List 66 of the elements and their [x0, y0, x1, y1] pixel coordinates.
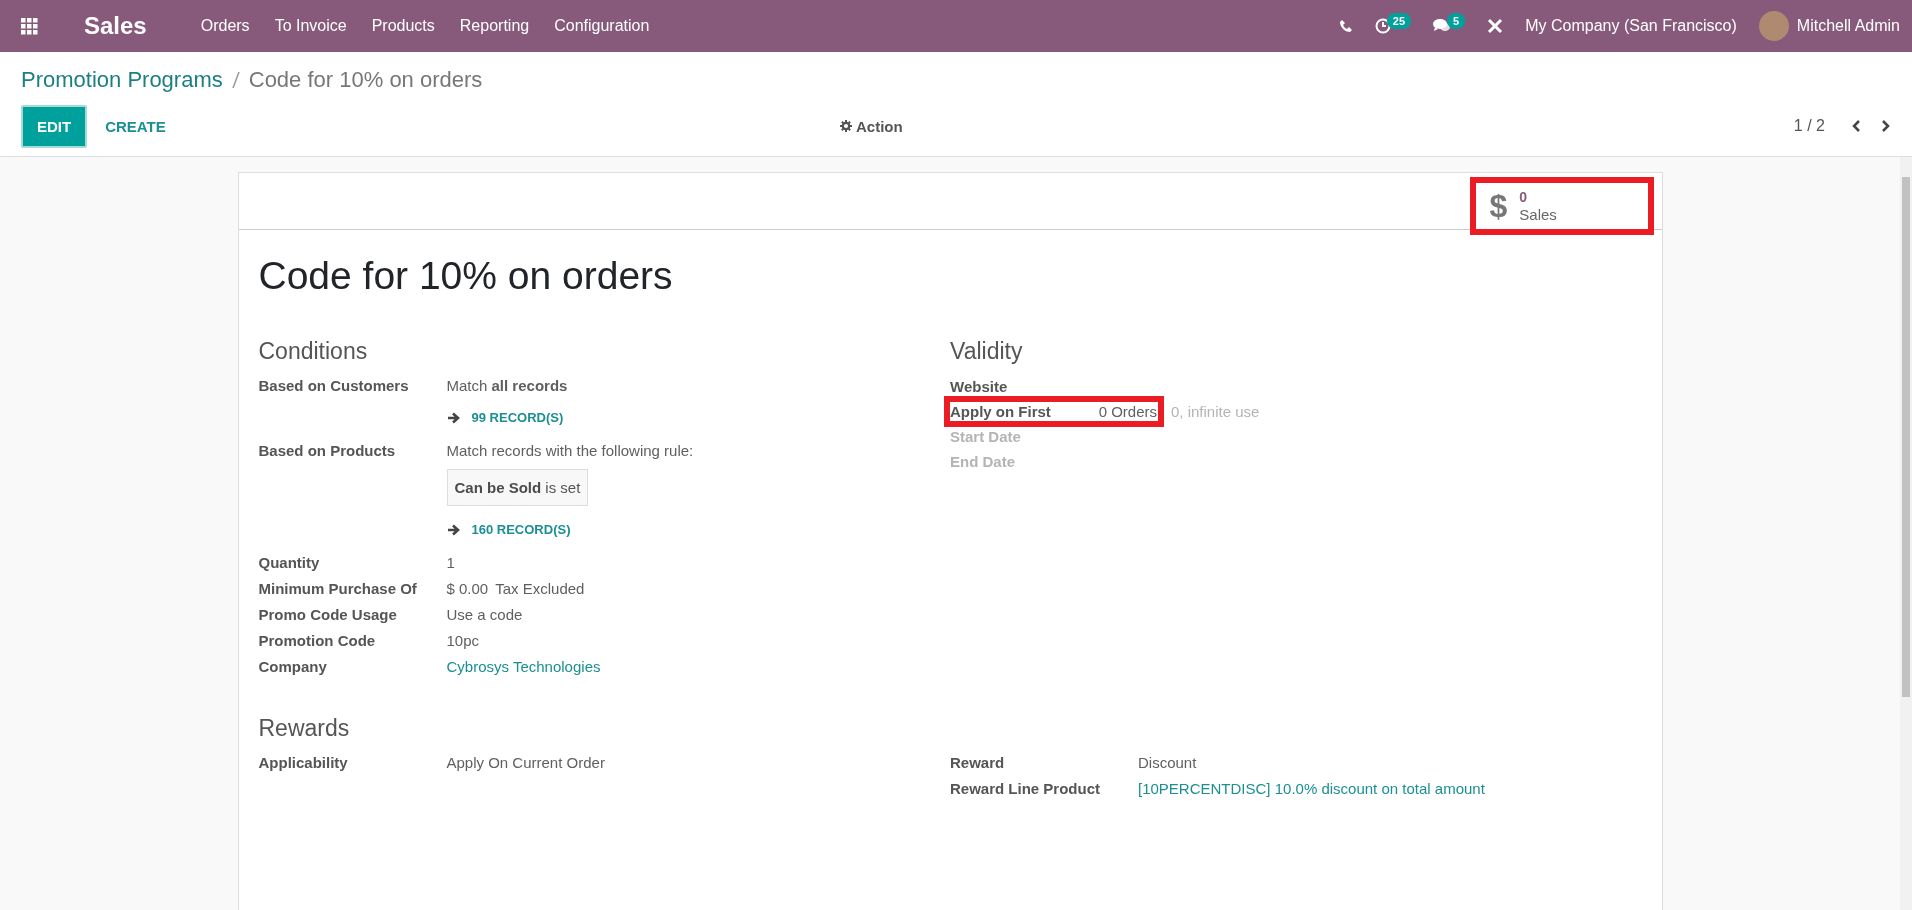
section-heading: Rewards — [258, 715, 351, 742]
dollar-icon: $ — [1489, 187, 1508, 225]
section-heading: Conditions — [258, 338, 369, 365]
field-value: Discount — [1138, 754, 1197, 771]
arrow-right-icon[interactable] — [446, 523, 460, 536]
chevron-left-icon[interactable] — [1851, 119, 1861, 133]
breadcrumb-link[interactable]: Promotion Programs — [21, 67, 223, 93]
field-label: Reward — [950, 754, 1006, 771]
field-label: Promotion Code — [258, 632, 377, 649]
message-count-badge: 5 — [1447, 13, 1466, 29]
edit-button[interactable]: EDIT — [21, 104, 88, 148]
apps-grid-icon[interactable] — [21, 17, 38, 35]
record-title: Code for 10% on orders — [258, 254, 674, 298]
field-value: 1 — [446, 554, 455, 571]
menu-item[interactable]: To Invoice — [274, 17, 347, 35]
records-button[interactable]: 99 RECORD(S) — [446, 402, 564, 433]
clock-icon[interactable] — [1374, 18, 1391, 34]
field-value: 0 Orders — [1098, 403, 1157, 420]
gear-icon[interactable] — [840, 120, 852, 132]
field-label: Minimum Purchase Of — [258, 580, 418, 597]
menu-item[interactable]: Orders — [200, 17, 250, 35]
field-label: Promo Code Usage — [258, 606, 398, 623]
user-name[interactable]: Mitchell Admin — [1796, 17, 1900, 35]
field-note: 0, infinite use — [1171, 403, 1260, 420]
field-link[interactable]: [10PERCENTDISC] 10.0% discount on total amount — [1138, 780, 1485, 797]
slash-icon[interactable] — [230, 70, 241, 90]
field-link[interactable]: Cybrosys Technologies — [446, 658, 601, 675]
field-label: Company — [258, 658, 328, 675]
field-label: End Date — [950, 453, 1016, 470]
activity-count-badge: 25 — [1386, 13, 1412, 29]
field-label: Reward Line Product — [950, 780, 1102, 797]
field-label: Based on Products — [258, 442, 397, 461]
action-button[interactable]: Action — [836, 113, 907, 139]
company-switcher[interactable]: My Company (San Francisco) — [1525, 17, 1737, 35]
field-value: $ 0.00 — [446, 580, 489, 597]
menu-item[interactable]: Configuration — [554, 17, 650, 35]
scrollbar-thumb[interactable] — [1902, 177, 1910, 697]
phone-icon[interactable] — [1338, 19, 1353, 33]
breadcrumb-current: Code for 10% on orders — [248, 67, 483, 93]
arrow-right-icon[interactable] — [446, 411, 460, 424]
chat-bubbles-icon[interactable] — [1433, 18, 1452, 34]
field-value: 10pc — [446, 632, 480, 649]
sales-label: Sales — [1519, 206, 1557, 224]
app-name[interactable]: Sales — [84, 12, 147, 40]
section-heading: Validity — [950, 338, 1024, 365]
menu-item[interactable]: Reporting — [459, 17, 530, 35]
field-label: Applicability — [258, 754, 349, 771]
menu-item[interactable]: Products — [371, 17, 435, 35]
field-label: Quantity — [258, 554, 321, 571]
field-label: Start Date — [950, 428, 1022, 445]
field-label: Based on Customers — [258, 377, 410, 396]
field-value: Use a code — [446, 606, 523, 623]
field-label: Website — [950, 378, 1009, 395]
domain-rule-chip: Can be Sold is set — [446, 469, 589, 506]
crossed-tools-icon[interactable] — [1487, 18, 1504, 34]
pager-counter: 1 / 2 — [1793, 117, 1825, 135]
sales-count: 0 — [1519, 188, 1529, 206]
scrollbar[interactable] — [1900, 157, 1912, 910]
field-value: Match records with the following rule: — [446, 442, 694, 459]
field-value: Tax Excluded — [495, 580, 585, 597]
field-value: Match all records — [446, 377, 568, 394]
field-value: Apply On Current Order — [446, 754, 605, 771]
field-label: Apply on First — [950, 403, 1052, 420]
chevron-right-icon[interactable] — [1881, 119, 1891, 133]
records-button[interactable]: 160 RECORD(S) — [446, 514, 571, 545]
create-button[interactable]: CREATE — [93, 104, 178, 148]
